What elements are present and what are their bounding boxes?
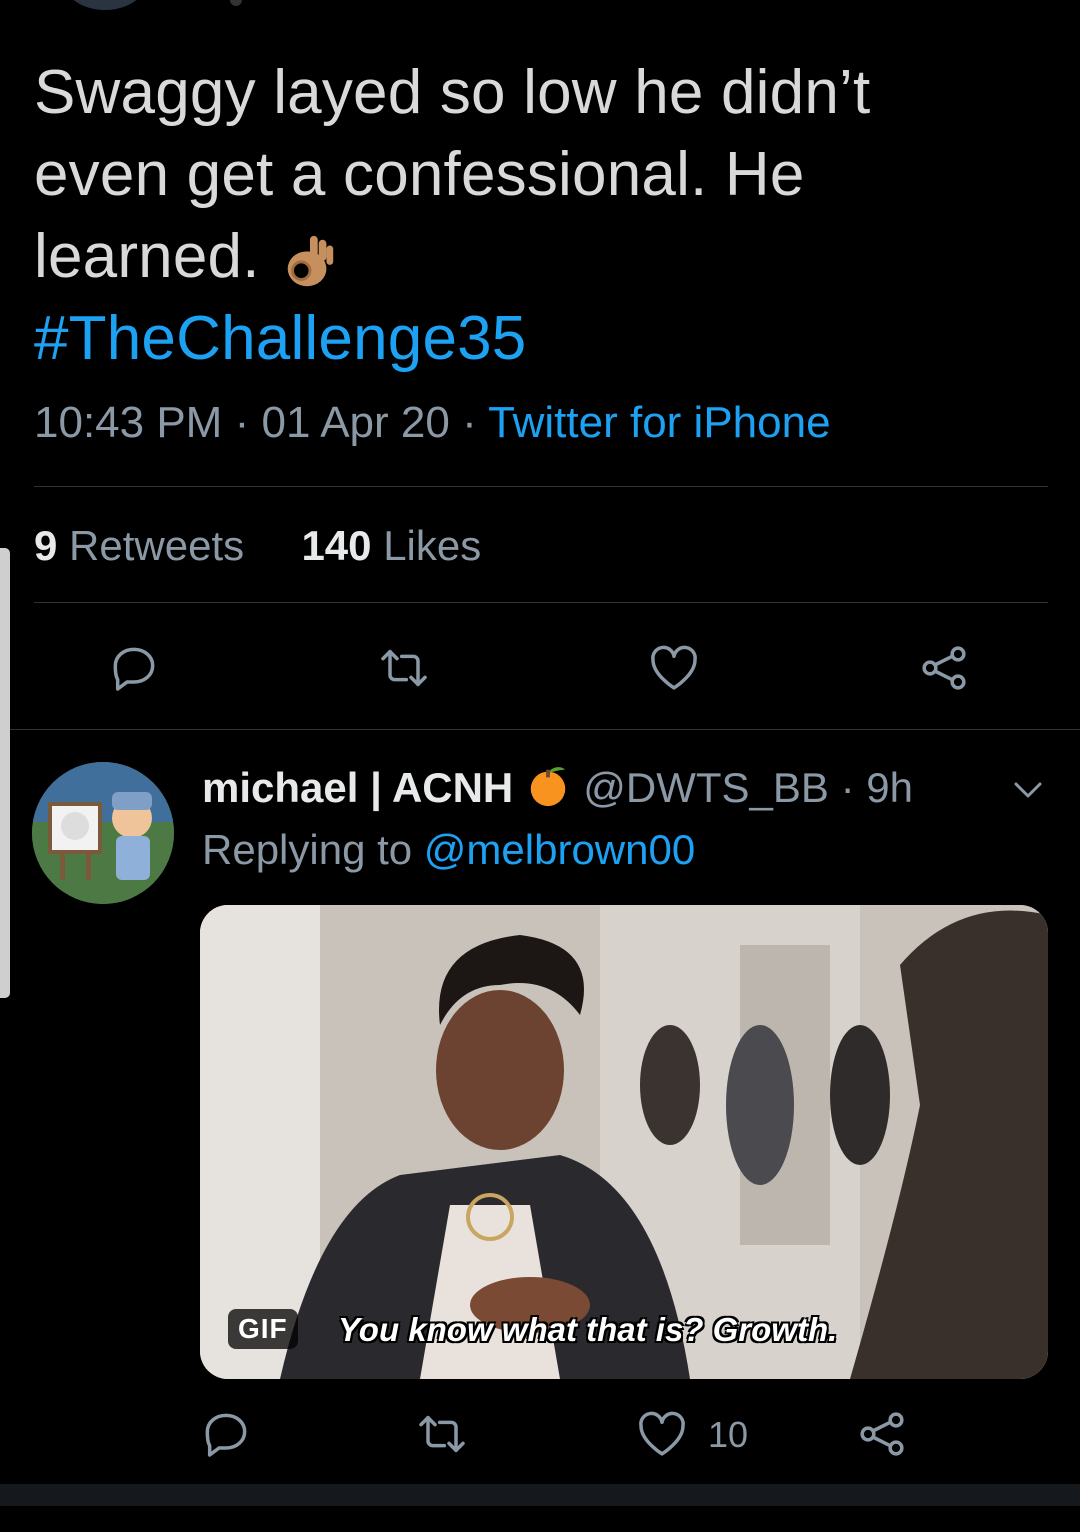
gif-media[interactable]: GIF You know what that is? Growth.: [200, 905, 1048, 1379]
like-button[interactable]: [644, 638, 704, 698]
retweet-icon: [381, 649, 427, 687]
retweets-count: 9: [34, 522, 58, 569]
tweet-text-line: Swaggy layed so low he didn’t: [34, 58, 871, 127]
reply-author-avatar[interactable]: [32, 762, 174, 904]
tweet-text-line: learned.: [34, 216, 1034, 298]
retweets-label: Retweets: [69, 522, 245, 569]
previous-author-avatar[interactable]: [60, 0, 150, 10]
divider: [34, 486, 1048, 487]
likes-stat[interactable]: 140 Likes: [301, 522, 481, 569]
share-icon: [860, 1412, 904, 1456]
share-icon: [922, 646, 966, 690]
reply-header: michael | ACNH @DWTS_BB · 9h: [202, 762, 913, 812]
reply-share-button[interactable]: [852, 1404, 912, 1464]
meta-separator: ·: [462, 398, 477, 447]
reply-like-count: 10: [708, 1414, 749, 1455]
scrollbar-handle[interactable]: [0, 548, 10, 998]
divider: [0, 729, 1080, 730]
tweet-date: 01 Apr 20: [261, 398, 450, 447]
likes-label: Likes: [383, 522, 482, 569]
hashtag-link[interactable]: #TheChallenge35: [34, 298, 1034, 380]
reply-author-name[interactable]: michael | ACNH: [202, 764, 513, 811]
gif-frame: [200, 905, 1048, 1379]
reply-icon: [205, 1413, 247, 1457]
share-button[interactable]: [914, 638, 974, 698]
likes-count: 140: [301, 522, 372, 569]
tweet-text-line-end: learned.: [34, 222, 260, 291]
reply-retweet-button[interactable]: [412, 1404, 472, 1464]
tweet-text: Swaggy layed so low he didn’t even get a…: [34, 52, 1034, 380]
reply-icon: [113, 647, 155, 691]
tweet-meta: 10:43 PM · 01 Apr 20 · Twitter for iPhon…: [34, 398, 831, 448]
tweet-text-line: even get a confessional. He: [34, 140, 805, 209]
like-icon: [639, 1411, 685, 1456]
bottom-separator-bar: [0, 1484, 1080, 1506]
reply-like-button[interactable]: [632, 1404, 692, 1464]
replying-to-mention[interactable]: @melbrown00: [424, 826, 695, 873]
avatar-image: [32, 762, 174, 904]
meta-separator: ·: [234, 398, 250, 447]
tweet-source-link[interactable]: Twitter for iPhone: [488, 398, 830, 447]
previous-author-indicator: [230, 0, 242, 6]
reply-button[interactable]: [104, 638, 164, 698]
gif-caption: You know what that is? Growth.: [338, 1311, 838, 1348]
tangerine-emoji: [531, 767, 566, 807]
replying-prefix: Replying to: [202, 826, 413, 873]
tweet-time: 10:43 PM: [34, 398, 223, 447]
like-icon: [651, 645, 697, 690]
retweet-icon: [419, 1415, 465, 1453]
chevron-down-icon[interactable]: [1008, 776, 1048, 804]
ok-hand-emoji: [287, 235, 333, 286]
reply-reply-button[interactable]: [196, 1404, 256, 1464]
retweet-button[interactable]: [374, 638, 434, 698]
reply-time: · 9h: [840, 764, 913, 811]
reply-author-handle[interactable]: @DWTS_BB: [583, 764, 829, 811]
replying-to: Replying to @melbrown00: [202, 826, 695, 874]
gif-badge: GIF: [228, 1309, 298, 1349]
divider: [34, 602, 1048, 603]
tweet-stats: 9 Retweets 140 Likes: [34, 522, 481, 570]
retweets-stat[interactable]: 9 Retweets: [34, 522, 244, 569]
